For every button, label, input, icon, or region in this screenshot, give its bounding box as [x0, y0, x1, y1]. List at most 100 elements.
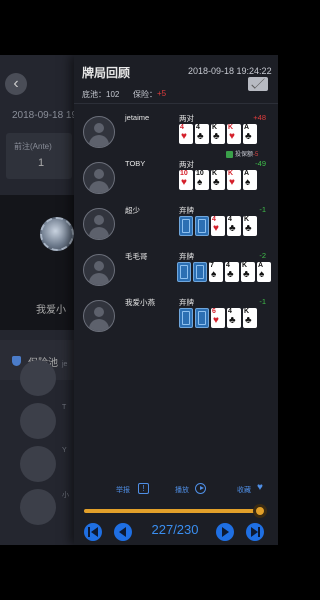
slider-thumb[interactable]: [252, 504, 267, 518]
playing-card: K ♣: [241, 262, 255, 282]
playing-card: 10 ♥: [179, 170, 193, 190]
insurance-label: 保险：: [133, 90, 157, 99]
card-suit-icon: ♣: [229, 223, 236, 234]
player-row: 超少 弃牌 -1 4 ♥ 4 ♣ K ♣: [74, 205, 278, 249]
card-suit-icon: ♣: [213, 131, 220, 142]
card-back: [179, 216, 193, 236]
player-row: jetaime 两对 +48 4 ♥ 4 ♣ K ♣ K ♥ A ♣ 投保额-5: [74, 113, 278, 158]
insurance-value: +5: [157, 89, 167, 98]
hand-timestamp: 2018-09-18 19:24:22: [188, 66, 272, 76]
player-row: TOBY 两对 -49 10 ♥ 10 ♠ K ♣ K ♥ A ♠: [74, 159, 278, 203]
player-row: 我爱小燕 弃牌 -1 6 ♥ 4 ♣ K ♣: [74, 297, 278, 341]
chip-delta: -1: [259, 205, 266, 214]
card-suit-icon: ♣: [197, 131, 204, 142]
chip-icon: [40, 217, 74, 251]
bg-player-name: 我爱小: [36, 305, 66, 316]
avatar-head: [94, 307, 104, 317]
play-icon[interactable]: [195, 483, 206, 494]
hand-review-panel: 牌局回顾 2018-09-18 19:24:22 底池：102 保险： +5 j…: [74, 55, 278, 545]
avatar-body: [89, 135, 109, 147]
avatar-body: [89, 319, 109, 331]
ante-value: 1: [38, 157, 45, 169]
playing-card: K ♣: [243, 308, 257, 328]
card-suit-icon: ♣: [227, 269, 234, 280]
hand-counter: 227/230: [151, 522, 199, 537]
card-suit-icon: ♣: [245, 223, 252, 234]
chip-delta: -2: [259, 251, 266, 260]
avatar-body: [89, 273, 109, 285]
hand-result: 两对: [179, 160, 194, 169]
hand-result: 两对: [179, 114, 194, 123]
progress-fill: [84, 509, 260, 513]
ante-box: [6, 133, 72, 179]
card-suit-icon: ♣: [213, 177, 220, 188]
player-name: jetaime: [125, 113, 150, 122]
heart-icon[interactable]: ♥: [257, 482, 263, 494]
insurance-badge-value: -5: [253, 152, 259, 158]
card-suit-icon: ♥: [213, 223, 219, 234]
bg-avatar: [20, 489, 56, 525]
card-suit-icon: ♠: [211, 269, 217, 280]
card-suit-icon: ♥: [181, 131, 187, 142]
avatar[interactable]: [83, 300, 115, 332]
avatar-body: [89, 181, 109, 193]
insurance-badge: 投保额-5: [226, 149, 258, 158]
next-hand-button[interactable]: [216, 523, 234, 541]
bg-list-text: je: [62, 361, 68, 368]
chip-delta: -49: [255, 159, 266, 168]
playing-card: A ♠: [257, 262, 271, 282]
avatar-head: [94, 123, 104, 133]
avatar[interactable]: [83, 162, 115, 194]
hand-result: 弃牌: [179, 206, 194, 215]
card-suit-icon: ♥: [229, 177, 235, 188]
chip-delta: -1: [259, 297, 266, 306]
playing-card: 4 ♣: [195, 124, 209, 144]
bg-avatar: [20, 360, 56, 396]
player-name: TOBY: [125, 159, 146, 168]
playing-card: 4 ♣: [227, 308, 241, 328]
card-suit-icon: ♠: [245, 177, 251, 188]
avatar[interactable]: [83, 116, 115, 148]
playing-card: K ♣: [211, 124, 225, 144]
shield-icon: [12, 356, 21, 366]
card-back: [195, 308, 209, 328]
card-suit-icon: ♠: [197, 177, 203, 188]
card-suit-icon: ♣: [245, 315, 252, 326]
card-suit-icon: ♣: [229, 315, 236, 326]
insurance-badge-label: 投保额: [235, 152, 254, 158]
insurance-icon: [226, 150, 233, 158]
card-back: [195, 216, 209, 236]
playing-card: 4 ♥: [179, 124, 193, 144]
playing-card: 6 ♥: [211, 308, 225, 328]
playing-card: 4 ♣: [225, 262, 239, 282]
playing-card: 4 ♥: [211, 216, 225, 236]
report-button[interactable]: 举报: [116, 485, 130, 495]
player-name: 超少: [125, 206, 140, 215]
card-back: [177, 262, 191, 282]
first-hand-button[interactable]: [84, 523, 102, 541]
bg-list-text: T: [62, 404, 67, 411]
card-back: [179, 308, 193, 328]
playing-card: 4 ♣: [227, 216, 241, 236]
card-suit-icon: ♥: [213, 315, 219, 326]
playing-card: A ♠: [243, 170, 257, 190]
avatar-body: [89, 227, 109, 239]
screen: ‹ 2018-09-18 19 前注(Ante) 1 我爱小 保险池 je T …: [0, 0, 278, 600]
play-button[interactable]: 播放: [175, 485, 189, 495]
previous-hand-button[interactable]: [114, 523, 132, 541]
mail-icon[interactable]: [248, 75, 268, 91]
pot-label: 底池：102: [82, 90, 120, 99]
bg-avatar: [20, 403, 56, 439]
replay-progress-slider[interactable]: [84, 504, 267, 518]
player-name: 毛毛哥: [125, 252, 148, 261]
report-icon[interactable]: !: [138, 483, 149, 494]
favorite-button[interactable]: 收藏: [237, 485, 251, 495]
card-suit-icon: ♣: [245, 131, 252, 142]
last-hand-button[interactable]: [246, 523, 264, 541]
avatar[interactable]: [83, 254, 115, 286]
hand-result: 弃牌: [179, 252, 194, 261]
divider: [74, 103, 278, 104]
avatar[interactable]: [83, 208, 115, 240]
playing-card: 7 ♠: [209, 262, 223, 282]
back-button[interactable]: ‹: [5, 73, 27, 95]
